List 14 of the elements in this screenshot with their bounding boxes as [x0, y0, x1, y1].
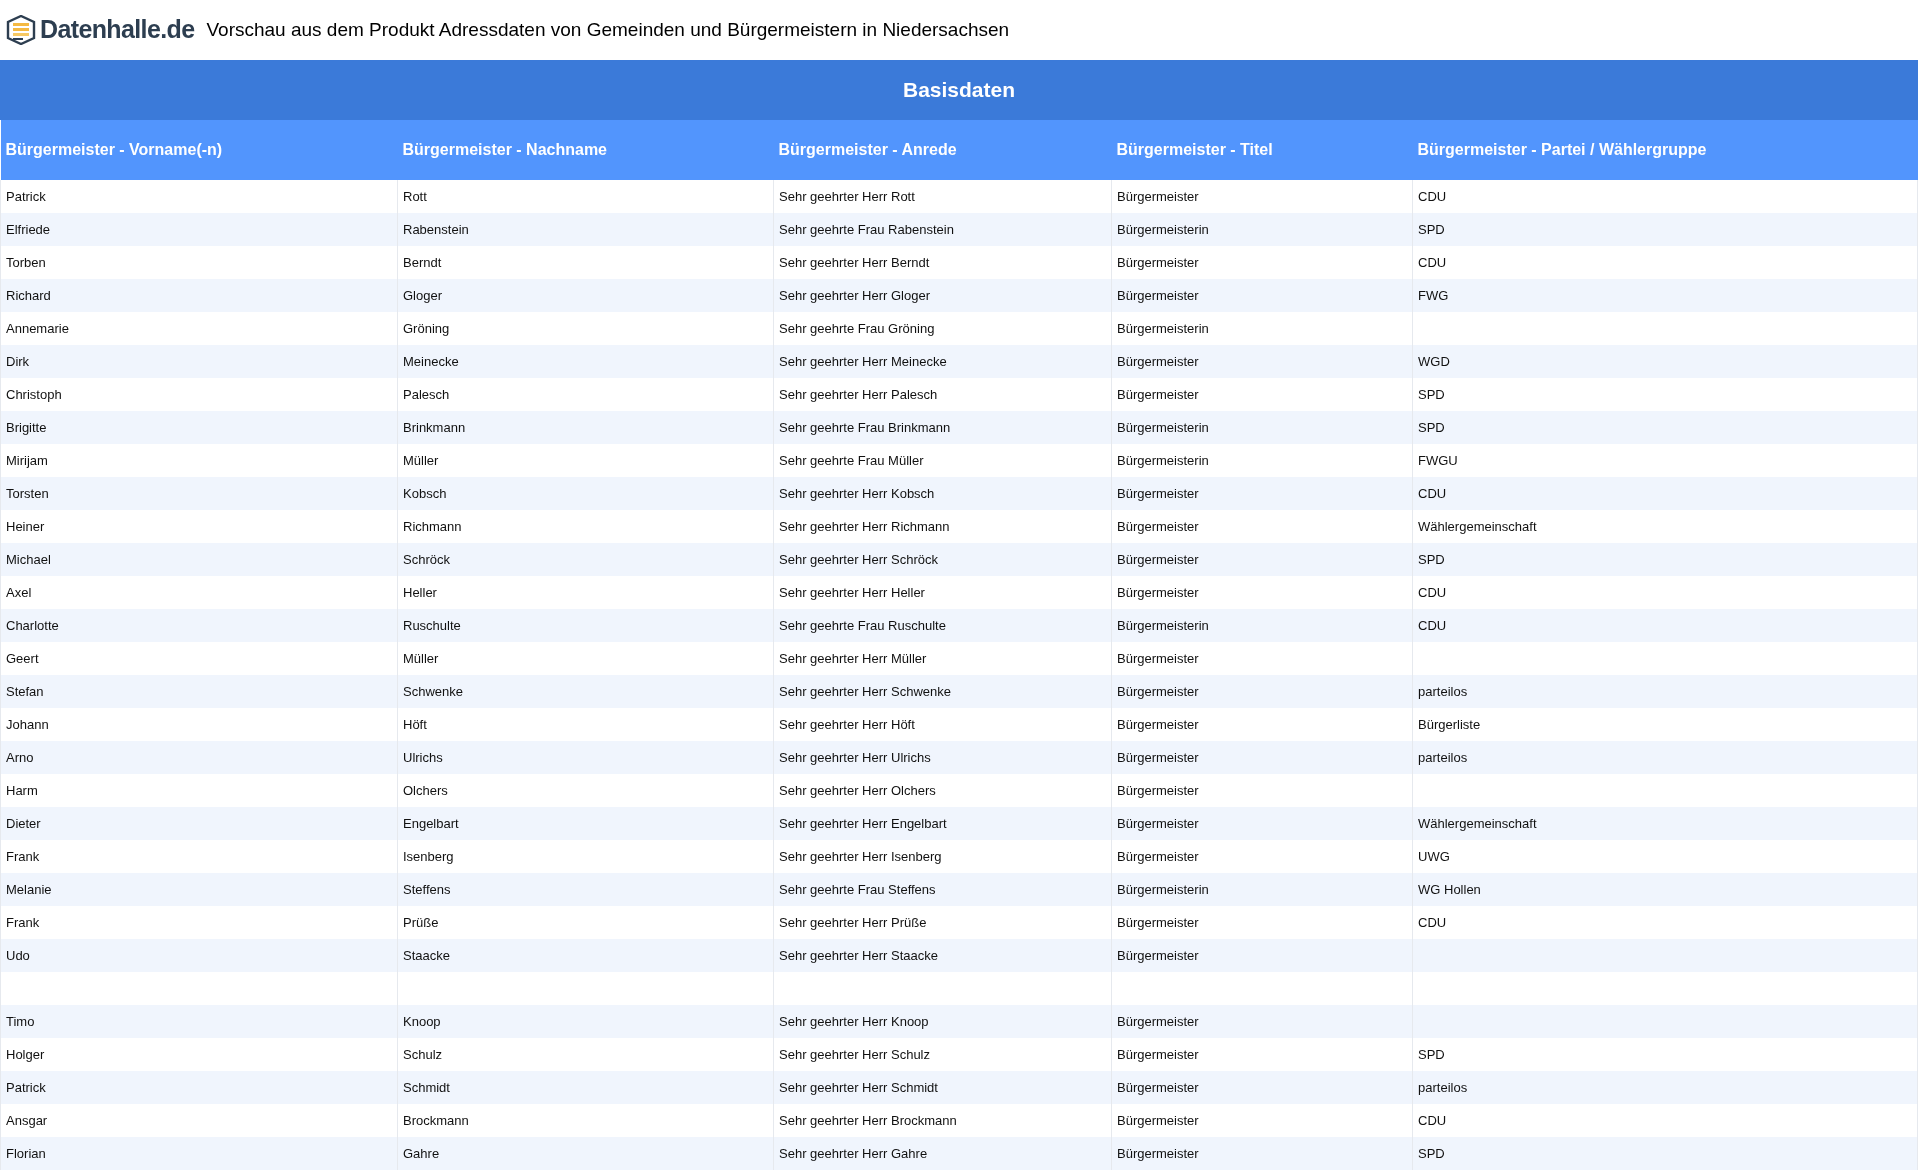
table-cell: Florian	[0, 1137, 398, 1170]
column-header: Bürgermeister - Vorname(-n)	[0, 120, 398, 180]
group-heading: Basisdaten	[0, 60, 1918, 120]
page-title: Vorschau aus dem Produkt Adressdaten von Gemeinden und Bürgermeistern in Niedersachsen	[206, 17, 1010, 42]
column-header: Bürgermeister - Nachname	[397, 120, 774, 180]
table-cell: Gahre	[397, 1137, 774, 1170]
column-header: Bürgermeister - Partei / Wählergruppe	[1412, 120, 1918, 180]
column-header: Bürgermeister - Titel	[1111, 120, 1413, 180]
table-cell: Bürgermeister	[1111, 1137, 1413, 1170]
table-cell: Sehr geehrter Herr Gahre	[773, 1137, 1112, 1170]
column-header: Bürgermeister - Anrede	[773, 120, 1112, 180]
logo-text[interactable]: Datenhalle.de	[40, 11, 195, 49]
logo-icon	[6, 15, 36, 45]
table-cell: SPD	[1412, 1137, 1918, 1170]
